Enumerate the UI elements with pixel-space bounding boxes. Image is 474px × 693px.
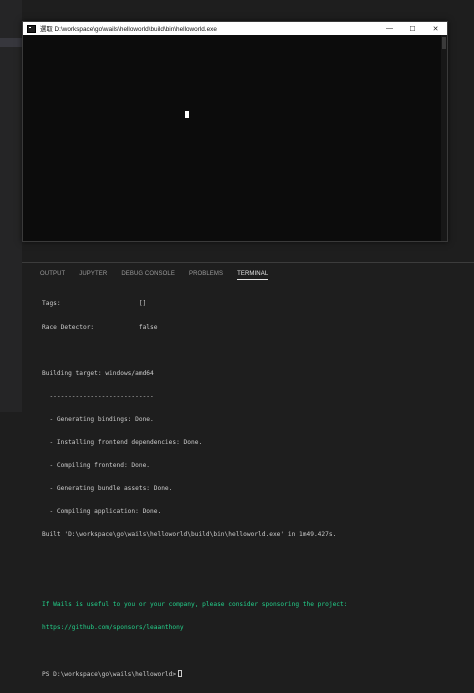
terminal-line: - Compiling frontend: Done. (42, 462, 151, 470)
console-title: 選取 D:\workspace\go\wails\helloworld\buil… (40, 26, 217, 33)
terminal-line: - Installing frontend dependencies: Done… (42, 438, 203, 446)
tab-output[interactable]: OUTPUT (40, 271, 65, 279)
terminal-line: - Generating bundle assets: Done. (42, 485, 173, 493)
sidebar-selected-row[interactable] (0, 38, 22, 47)
console-scrollbar[interactable] (441, 35, 447, 241)
panel-tab-bar: OUTPUT JUPYTER DEBUG CONSOLE PROBLEMS TE… (40, 268, 269, 282)
terminal-cursor (178, 669, 183, 677)
tab-problems[interactable]: PROBLEMS (189, 271, 223, 279)
close-button[interactable]: ✕ (424, 22, 447, 35)
terminal-output[interactable]: Tags: [] Race Detector: false Building t… (42, 285, 470, 678)
terminal-prompt: PS D:\workspace\go\wails\helloworld> (42, 670, 177, 678)
terminal-line: ---------------------------- (42, 392, 154, 400)
scrollbar-thumb[interactable] (442, 37, 446, 49)
activity-bar (0, 0, 22, 412)
terminal-line: Built 'D:\workspace\go\wails\helloworld\… (42, 531, 337, 539)
window-controls: — ☐ ✕ (378, 22, 447, 35)
terminal-line: Building target: windows/amd64 (42, 369, 154, 377)
terminal-line: - Compiling application: Done. (42, 508, 162, 516)
terminal-line: Tags: [] (42, 300, 147, 308)
minimize-button[interactable]: — (378, 22, 401, 35)
sponsor-message: If Wails is useful to you or your compan… (42, 600, 348, 608)
console-body[interactable] (23, 35, 441, 241)
maximize-button[interactable]: ☐ (401, 22, 424, 35)
terminal-prompt-line[interactable]: PS D:\workspace\go\wails\helloworld> (42, 669, 470, 678)
bottom-panel: OUTPUT JUPYTER DEBUG CONSOLE PROBLEMS TE… (22, 262, 474, 678)
console-window[interactable]: 選取 D:\workspace\go\wails\helloworld\buil… (22, 21, 448, 242)
console-titlebar[interactable]: 選取 D:\workspace\go\wails\helloworld\buil… (23, 22, 447, 35)
console-app-icon (27, 24, 36, 33)
console-cursor (185, 111, 189, 118)
terminal-line: Race Detector: false (42, 323, 158, 331)
tab-terminal[interactable]: TERMINAL (237, 271, 269, 280)
terminal-line: - Generating bindings: Done. (42, 415, 154, 423)
sponsor-link[interactable]: https://github.com/sponsors/leaanthony (42, 624, 470, 632)
tab-jupyter[interactable]: JUPYTER (79, 271, 107, 279)
tab-debug-console[interactable]: DEBUG CONSOLE (121, 271, 175, 279)
